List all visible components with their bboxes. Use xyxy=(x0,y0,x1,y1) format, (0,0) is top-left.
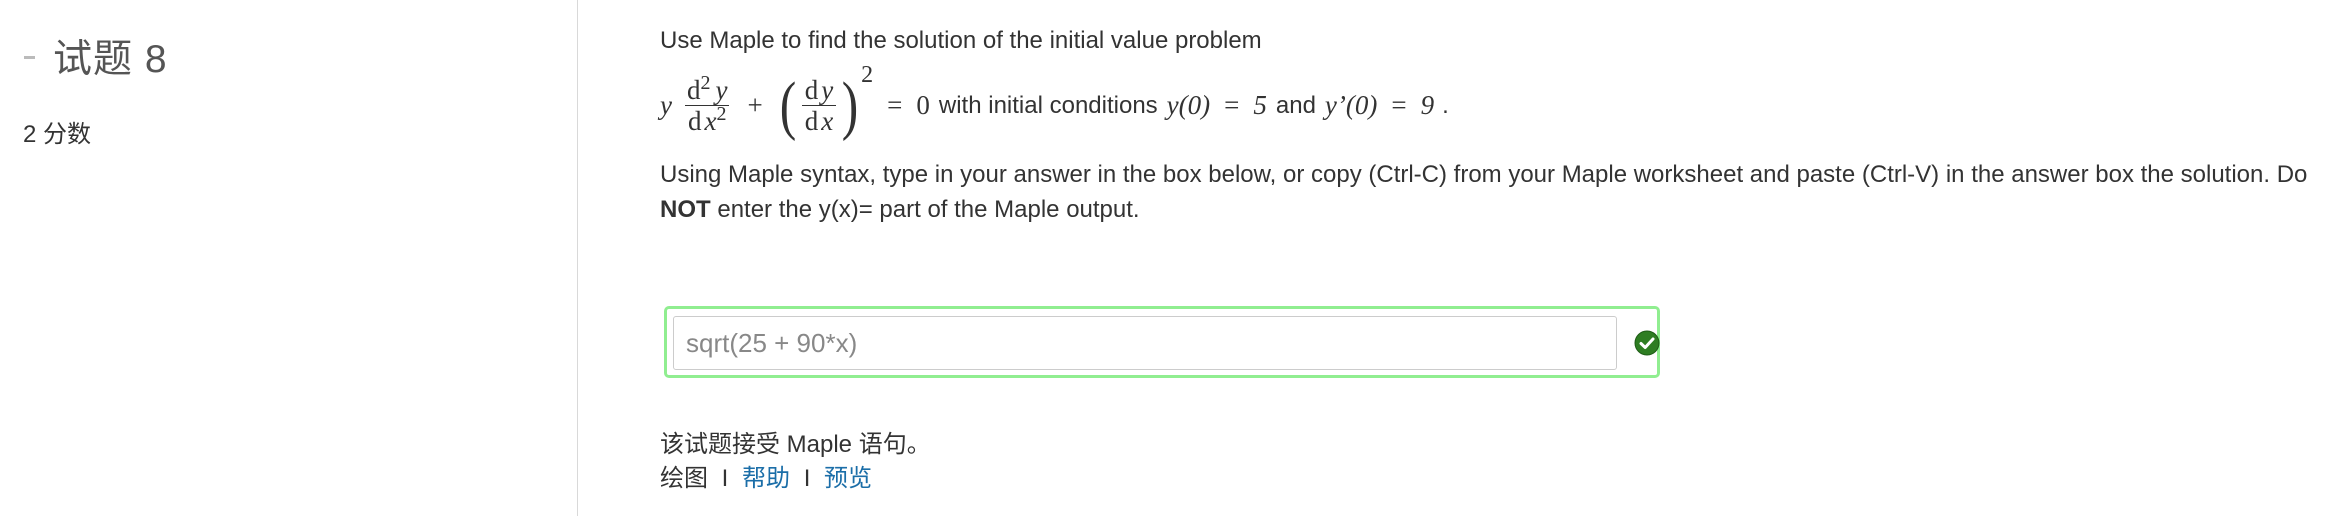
equation-period: . xyxy=(1442,91,1449,119)
square-exponent: 2 xyxy=(861,62,874,88)
dash-icon xyxy=(24,55,35,59)
condition-2-lhs: y’(0) xyxy=(1324,90,1378,120)
separator: I xyxy=(721,465,729,492)
ode-equation: y d2 y d x2 + ( dy dx ) 2 = 0 with initial… xyxy=(660,62,1449,142)
and-text: and xyxy=(1275,91,1316,119)
second-derivative-fraction: d2 y d x2 xyxy=(684,72,730,136)
question-page: 试题 8 2 分数 Use Maple to find the solution… xyxy=(0,0,2326,516)
equals-operator: = xyxy=(887,90,903,120)
rhs-zero: 0 xyxy=(916,90,930,120)
math-y: y xyxy=(660,90,672,120)
answer-input[interactable] xyxy=(673,316,1617,370)
question-header: 试题 8 xyxy=(24,28,168,84)
tool-links: 绘图 I 帮助 I 预览 xyxy=(660,458,872,493)
help-link[interactable]: 帮助 xyxy=(742,465,790,492)
condition-1-rhs: 5 xyxy=(1253,90,1267,120)
not-emphasis: NOT xyxy=(660,196,711,223)
question-title: 试题 8 xyxy=(53,38,168,81)
question-info-sidebar: 试题 8 2 分数 xyxy=(0,0,578,516)
answer-instructions: Using Maple syntax, type in your answer … xyxy=(660,161,2308,223)
condition-1-lhs: y(0) xyxy=(1166,90,1211,120)
separator: I xyxy=(803,465,811,492)
preview-link[interactable]: 预览 xyxy=(824,465,872,492)
left-paren: ( xyxy=(779,68,796,142)
plus-operator: + xyxy=(747,90,763,120)
maple-accepted-note: 该试题接受 Maple 语句。 xyxy=(660,431,931,458)
answer-box xyxy=(664,306,1660,378)
right-paren: ) xyxy=(841,68,859,142)
condition-2-rhs: 9 xyxy=(1420,90,1435,120)
first-derivative-fraction: dy dx xyxy=(801,75,837,136)
with-conditions-text: with initial conditions xyxy=(938,91,1158,119)
question-intro: Use Maple to find the solution of the in… xyxy=(660,27,1262,54)
correct-check-icon xyxy=(1634,330,1660,356)
question-content: Use Maple to find the solution of the in… xyxy=(660,0,2326,516)
question-score: 2 分数 xyxy=(23,121,92,148)
plot-label: 绘图 xyxy=(660,465,708,492)
